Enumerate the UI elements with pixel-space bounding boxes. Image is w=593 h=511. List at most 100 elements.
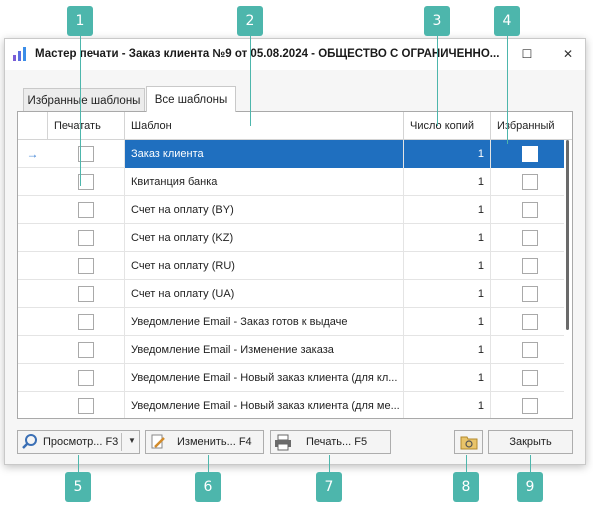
column-header-print[interactable]: Печатать <box>48 112 125 140</box>
print-checkbox[interactable] <box>78 230 94 246</box>
tab-all-templates[interactable]: Все шаблоны <box>146 86 236 112</box>
callout-marker-2: 2 <box>237 6 263 36</box>
table-row[interactable]: → Заказ клиента 1 <box>18 140 566 168</box>
favorite-checkbox-cell[interactable] <box>491 224 566 252</box>
favorite-checkbox-cell[interactable] <box>491 280 566 308</box>
folder-button[interactable] <box>454 430 483 454</box>
row-indicator <box>18 196 47 224</box>
print-checkbox[interactable] <box>78 342 94 358</box>
close-button-label: Закрыть <box>509 436 552 448</box>
favorite-checkbox-cell[interactable] <box>491 308 566 336</box>
print-checkbox-cell[interactable] <box>48 392 125 418</box>
tab-favorite-templates[interactable]: Избранные шаблоны <box>23 88 145 112</box>
preview-button[interactable]: Просмотр... F3 ▼ <box>17 430 140 454</box>
table-row[interactable]: Квитанция банка 1 <box>18 168 566 196</box>
row-indicator: → <box>26 147 39 161</box>
copies-cell[interactable]: 1 <box>404 196 491 224</box>
copies-cell[interactable]: 1 <box>404 308 491 336</box>
favorite-checkbox[interactable] <box>522 342 538 358</box>
print-checkbox[interactable] <box>78 314 94 330</box>
window-title: Мастер печати - Заказ клиента №9 от 05.0… <box>35 48 500 60</box>
print-checkbox[interactable] <box>78 398 94 414</box>
favorite-checkbox[interactable] <box>522 286 538 302</box>
row-indicator <box>18 308 47 336</box>
column-header-template[interactable]: Шаблон <box>125 112 404 140</box>
column-header-copies[interactable]: Число копий <box>404 112 491 140</box>
print-checkbox-cell[interactable] <box>48 140 125 168</box>
template-name-cell[interactable]: Уведомление Email - Изменение заказа <box>125 336 404 364</box>
template-name-cell[interactable]: Уведомление Email - Новый заказ клиента … <box>125 364 404 392</box>
favorite-checkbox[interactable] <box>522 174 538 190</box>
template-name-cell[interactable]: Счет на оплату (UA) <box>125 280 404 308</box>
title-bar: Мастер печати - Заказ клиента №9 от 05.0… <box>5 39 585 70</box>
magnifier-icon <box>22 434 37 449</box>
header-indicator-cell <box>18 112 48 140</box>
row-indicator <box>18 252 47 280</box>
print-checkbox-cell[interactable] <box>48 168 125 196</box>
print-checkbox-cell[interactable] <box>48 252 125 280</box>
print-checkbox-cell[interactable] <box>48 308 125 336</box>
favorite-checkbox[interactable] <box>522 398 538 414</box>
copies-cell[interactable]: 1 <box>404 392 491 418</box>
template-name-cell[interactable]: Квитанция банка <box>125 168 404 196</box>
table-row[interactable]: Счет на оплату (RU) 1 <box>18 252 566 280</box>
print-checkbox-cell[interactable] <box>48 280 125 308</box>
table-row[interactable]: Уведомление Email - Новый заказ клиента … <box>18 392 566 418</box>
table-row[interactable]: Счет на оплату (KZ) 1 <box>18 224 566 252</box>
favorite-checkbox[interactable] <box>522 146 538 162</box>
template-name-cell[interactable]: Уведомление Email - Новый заказ клиента … <box>125 392 404 418</box>
table-row[interactable]: Счет на оплату (BY) 1 <box>18 196 566 224</box>
template-name-cell[interactable]: Счет на оплату (KZ) <box>125 224 404 252</box>
copies-cell[interactable]: 1 <box>404 140 491 168</box>
callout-marker-4: 4 <box>494 6 520 36</box>
table-row[interactable]: Уведомление Email - Заказ готов к выдаче… <box>18 308 566 336</box>
table-row[interactable]: Уведомление Email - Изменение заказа 1 <box>18 336 566 364</box>
favorite-checkbox-cell[interactable] <box>491 364 566 392</box>
favorite-checkbox-cell[interactable] <box>491 140 566 168</box>
favorite-checkbox-cell[interactable] <box>491 168 566 196</box>
favorite-checkbox-cell[interactable] <box>491 392 566 418</box>
favorite-checkbox[interactable] <box>522 314 538 330</box>
edit-button[interactable]: Изменить... F4 <box>145 430 264 454</box>
favorite-checkbox[interactable] <box>522 230 538 246</box>
close-icon[interactable]: ✕ <box>558 45 578 63</box>
template-name-cell[interactable]: Уведомление Email - Заказ готов к выдаче <box>125 308 404 336</box>
copies-cell[interactable]: 1 <box>404 364 491 392</box>
template-name-cell[interactable]: Счет на оплату (RU) <box>125 252 404 280</box>
favorite-checkbox-cell[interactable] <box>491 252 566 280</box>
favorite-checkbox[interactable] <box>522 202 538 218</box>
print-checkbox[interactable] <box>78 202 94 218</box>
callout-marker-5: 5 <box>65 472 91 502</box>
print-button[interactable]: Печать... F5 <box>270 430 391 454</box>
print-checkbox[interactable] <box>78 258 94 274</box>
copies-cell[interactable]: 1 <box>404 336 491 364</box>
print-checkbox-cell[interactable] <box>48 224 125 252</box>
copies-cell[interactable]: 1 <box>404 168 491 196</box>
copies-cell[interactable]: 1 <box>404 252 491 280</box>
print-checkbox[interactable] <box>78 286 94 302</box>
favorite-checkbox-cell[interactable] <box>491 336 566 364</box>
scrollbar-thumb[interactable] <box>566 140 569 330</box>
table-row[interactable]: Уведомление Email - Новый заказ клиента … <box>18 364 566 392</box>
copies-cell[interactable]: 1 <box>404 224 491 252</box>
print-checkbox-cell[interactable] <box>48 196 125 224</box>
favorite-checkbox[interactable] <box>522 370 538 386</box>
table-row[interactable]: Счет на оплату (UA) 1 <box>18 280 566 308</box>
close-button[interactable]: Закрыть <box>488 430 573 454</box>
templates-grid: Печатать Шаблон Число копий Избранный → З… <box>17 111 573 419</box>
favorite-checkbox-cell[interactable] <box>491 196 566 224</box>
template-name-cell[interactable]: Счет на оплату (BY) <box>125 196 404 224</box>
callout-marker-1: 1 <box>67 6 93 36</box>
maximize-icon[interactable]: ☐ <box>517 45 537 63</box>
grid-header: Печатать Шаблон Число копий Избранный <box>18 112 572 140</box>
copies-cell[interactable]: 1 <box>404 280 491 308</box>
grid-vertical-scrollbar[interactable] <box>564 140 572 418</box>
tab-favorite-templates-label: Избранные шаблоны <box>27 94 141 107</box>
column-header-favorite[interactable]: Избранный <box>491 112 572 140</box>
print-checkbox-cell[interactable] <box>48 336 125 364</box>
favorite-checkbox[interactable] <box>522 258 538 274</box>
print-checkbox-cell[interactable] <box>48 364 125 392</box>
print-checkbox[interactable] <box>78 370 94 386</box>
chevron-down-icon[interactable]: ▼ <box>128 436 136 445</box>
template-name-cell[interactable]: Заказ клиента <box>125 140 404 168</box>
